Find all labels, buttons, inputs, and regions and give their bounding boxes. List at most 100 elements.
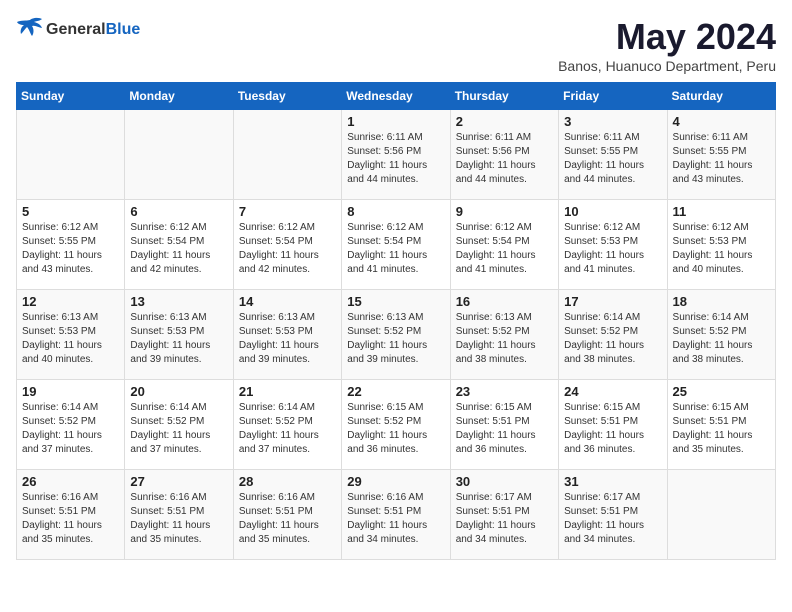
day-number: 30	[456, 474, 553, 489]
calendar-cell: 13 Sunrise: 6:13 AM Sunset: 5:53 PM Dayli…	[125, 290, 233, 380]
day-number: 9	[456, 204, 553, 219]
day-info: Sunrise: 6:11 AM Sunset: 5:55 PM Dayligh…	[564, 131, 661, 187]
day-info: Sunrise: 6:14 AM Sunset: 5:52 PM Dayligh…	[22, 401, 119, 457]
day-number: 17	[564, 294, 661, 309]
calendar-cell: 24 Sunrise: 6:15 AM Sunset: 5:51 PM Dayli…	[559, 380, 667, 470]
calendar-cell: 1Sunrise: 6:11 AM Sunset: 5:56 PM Daylig…	[342, 110, 450, 200]
calendar-cell: 31 Sunrise: 6:17 AM Sunset: 5:51 PM Dayli…	[559, 470, 667, 560]
day-info: Sunrise: 6:13 AM Sunset: 5:52 PM Dayligh…	[456, 311, 553, 367]
day-number: 26	[22, 474, 119, 489]
calendar-week-row: 12 Sunrise: 6:13 AM Sunset: 5:53 PM Dayli…	[17, 290, 776, 380]
day-number: 12	[22, 294, 119, 309]
day-number: 3	[564, 114, 661, 129]
day-info: Sunrise: 6:11 AM Sunset: 5:55 PM Dayligh…	[673, 131, 770, 187]
day-number: 5	[22, 204, 119, 219]
location-subtitle: Banos, Huanuco Department, Peru	[558, 58, 776, 74]
day-info: Sunrise: 6:12 AM Sunset: 5:54 PM Dayligh…	[239, 221, 336, 277]
calendar-cell: 8 Sunrise: 6:12 AM Sunset: 5:54 PM Daylig…	[342, 200, 450, 290]
day-info: Sunrise: 6:14 AM Sunset: 5:52 PM Dayligh…	[673, 311, 770, 367]
day-number: 2	[456, 114, 553, 129]
calendar-header-row: SundayMondayTuesdayWednesdayThursdayFrid…	[17, 83, 776, 110]
day-info: Sunrise: 6:15 AM Sunset: 5:51 PM Dayligh…	[456, 401, 553, 457]
calendar-cell: 7 Sunrise: 6:12 AM Sunset: 5:54 PM Daylig…	[233, 200, 341, 290]
day-number: 6	[130, 204, 227, 219]
day-number: 22	[347, 384, 444, 399]
header-day-thursday: Thursday	[450, 83, 558, 110]
day-number: 21	[239, 384, 336, 399]
day-number: 31	[564, 474, 661, 489]
day-info: Sunrise: 6:15 AM Sunset: 5:51 PM Dayligh…	[564, 401, 661, 457]
day-info: Sunrise: 6:16 AM Sunset: 5:51 PM Dayligh…	[130, 491, 227, 547]
day-number: 8	[347, 204, 444, 219]
day-info: Sunrise: 6:16 AM Sunset: 5:51 PM Dayligh…	[22, 491, 119, 547]
calendar-cell: 11Sunrise: 6:12 AM Sunset: 5:53 PM Dayli…	[667, 200, 775, 290]
calendar-cell: 17 Sunrise: 6:14 AM Sunset: 5:52 PM Dayli…	[559, 290, 667, 380]
calendar-cell: 27 Sunrise: 6:16 AM Sunset: 5:51 PM Dayli…	[125, 470, 233, 560]
day-number: 7	[239, 204, 336, 219]
day-info: Sunrise: 6:16 AM Sunset: 5:51 PM Dayligh…	[347, 491, 444, 547]
day-info: Sunrise: 6:17 AM Sunset: 5:51 PM Dayligh…	[456, 491, 553, 547]
calendar-cell: 9Sunrise: 6:12 AM Sunset: 5:54 PM Daylig…	[450, 200, 558, 290]
day-number: 27	[130, 474, 227, 489]
calendar-cell: 12 Sunrise: 6:13 AM Sunset: 5:53 PM Dayli…	[17, 290, 125, 380]
day-info: Sunrise: 6:13 AM Sunset: 5:53 PM Dayligh…	[130, 311, 227, 367]
calendar-cell: 28 Sunrise: 6:16 AM Sunset: 5:51 PM Dayli…	[233, 470, 341, 560]
day-number: 24	[564, 384, 661, 399]
calendar-week-row: 5 Sunrise: 6:12 AM Sunset: 5:55 PM Daylig…	[17, 200, 776, 290]
day-info: Sunrise: 6:14 AM Sunset: 5:52 PM Dayligh…	[239, 401, 336, 457]
day-info: Sunrise: 6:15 AM Sunset: 5:52 PM Dayligh…	[347, 401, 444, 457]
day-number: 25	[673, 384, 770, 399]
calendar-cell: 20Sunrise: 6:14 AM Sunset: 5:52 PM Dayli…	[125, 380, 233, 470]
day-info: Sunrise: 6:13 AM Sunset: 5:53 PM Dayligh…	[239, 311, 336, 367]
calendar-cell: 26 Sunrise: 6:16 AM Sunset: 5:51 PM Dayli…	[17, 470, 125, 560]
day-number: 16	[456, 294, 553, 309]
day-info: Sunrise: 6:12 AM Sunset: 5:55 PM Dayligh…	[22, 221, 119, 277]
calendar-cell: 23 Sunrise: 6:15 AM Sunset: 5:51 PM Dayli…	[450, 380, 558, 470]
calendar-week-row: 26 Sunrise: 6:16 AM Sunset: 5:51 PM Dayli…	[17, 470, 776, 560]
day-info: Sunrise: 6:13 AM Sunset: 5:53 PM Dayligh…	[22, 311, 119, 367]
day-number: 23	[456, 384, 553, 399]
calendar-cell	[17, 110, 125, 200]
calendar-cell: 14 Sunrise: 6:13 AM Sunset: 5:53 PM Dayli…	[233, 290, 341, 380]
calendar-cell: 2Sunrise: 6:11 AM Sunset: 5:56 PM Daylig…	[450, 110, 558, 200]
day-number: 29	[347, 474, 444, 489]
header-day-monday: Monday	[125, 83, 233, 110]
calendar-cell: 21 Sunrise: 6:14 AM Sunset: 5:52 PM Dayli…	[233, 380, 341, 470]
day-info: Sunrise: 6:16 AM Sunset: 5:51 PM Dayligh…	[239, 491, 336, 547]
day-info: Sunrise: 6:14 AM Sunset: 5:52 PM Dayligh…	[564, 311, 661, 367]
day-info: Sunrise: 6:15 AM Sunset: 5:51 PM Dayligh…	[673, 401, 770, 457]
day-number: 18	[673, 294, 770, 309]
day-info: Sunrise: 6:17 AM Sunset: 5:51 PM Dayligh…	[564, 491, 661, 547]
calendar-week-row: 19Sunrise: 6:14 AM Sunset: 5:52 PM Dayli…	[17, 380, 776, 470]
day-info: Sunrise: 6:12 AM Sunset: 5:54 PM Dayligh…	[347, 221, 444, 277]
calendar-cell: 19Sunrise: 6:14 AM Sunset: 5:52 PM Dayli…	[17, 380, 125, 470]
day-number: 14	[239, 294, 336, 309]
day-number: 15	[347, 294, 444, 309]
header-day-tuesday: Tuesday	[233, 83, 341, 110]
page-header: GeneralBlue May 2024 Banos, Huanuco Depa…	[16, 16, 776, 74]
title-area: May 2024 Banos, Huanuco Department, Peru	[558, 16, 776, 74]
day-number: 10	[564, 204, 661, 219]
day-number: 13	[130, 294, 227, 309]
calendar-cell: 16 Sunrise: 6:13 AM Sunset: 5:52 PM Dayli…	[450, 290, 558, 380]
logo-bird-icon	[16, 16, 44, 38]
calendar-cell: 3 Sunrise: 6:11 AM Sunset: 5:55 PM Daylig…	[559, 110, 667, 200]
calendar-cell: 25 Sunrise: 6:15 AM Sunset: 5:51 PM Dayli…	[667, 380, 775, 470]
calendar-cell: 29 Sunrise: 6:16 AM Sunset: 5:51 PM Dayli…	[342, 470, 450, 560]
day-number: 4	[673, 114, 770, 129]
calendar-cell: 6Sunrise: 6:12 AM Sunset: 5:54 PM Daylig…	[125, 200, 233, 290]
calendar-cell: 5 Sunrise: 6:12 AM Sunset: 5:55 PM Daylig…	[17, 200, 125, 290]
logo-blue: Blue	[106, 21, 141, 38]
calendar-cell: 22 Sunrise: 6:15 AM Sunset: 5:52 PM Dayli…	[342, 380, 450, 470]
calendar-cell: 10Sunrise: 6:12 AM Sunset: 5:53 PM Dayli…	[559, 200, 667, 290]
calendar-cell: 18 Sunrise: 6:14 AM Sunset: 5:52 PM Dayli…	[667, 290, 775, 380]
calendar-cell	[125, 110, 233, 200]
month-title: May 2024	[558, 16, 776, 58]
logo: GeneralBlue	[16, 16, 140, 43]
calendar-table: SundayMondayTuesdayWednesdayThursdayFrid…	[16, 82, 776, 560]
header-day-friday: Friday	[559, 83, 667, 110]
day-number: 1	[347, 114, 444, 129]
header-day-saturday: Saturday	[667, 83, 775, 110]
day-number: 28	[239, 474, 336, 489]
calendar-cell: 15Sunrise: 6:13 AM Sunset: 5:52 PM Dayli…	[342, 290, 450, 380]
